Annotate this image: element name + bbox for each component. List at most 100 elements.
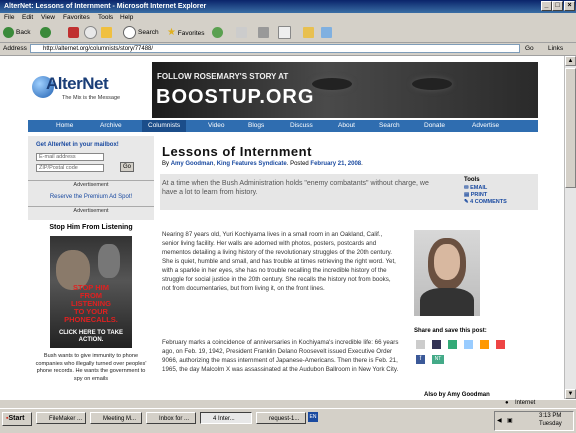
date-link[interactable]: February 21, 2008 bbox=[310, 161, 361, 167]
nav-discuss[interactable]: Discuss bbox=[290, 120, 313, 132]
subscribe-go-button[interactable]: Go bbox=[120, 162, 134, 172]
mail-icon bbox=[236, 26, 247, 38]
google-icon[interactable] bbox=[480, 340, 489, 349]
nav-donate[interactable]: Donate bbox=[424, 120, 445, 132]
delicious-icon[interactable] bbox=[432, 340, 441, 349]
promo-click-text[interactable]: CLICK HERE TO TAKE ACTION. bbox=[58, 330, 124, 344]
banner-top-text: FOLLOW ROSEMARY'S STORY AT bbox=[157, 72, 289, 81]
volume-icon[interactable]: ◀ bbox=[497, 417, 502, 424]
scroll-up-arrow-icon[interactable]: ▲ bbox=[565, 56, 576, 66]
ad-label-2: Advertisement bbox=[73, 208, 109, 214]
nav-home[interactable]: Home bbox=[56, 120, 73, 132]
edit-button[interactable] bbox=[278, 26, 293, 40]
divider bbox=[28, 206, 154, 207]
task-inbox[interactable]: Inbox for ... bbox=[146, 412, 196, 424]
home-button[interactable] bbox=[101, 26, 114, 40]
sidebar: Get AlterNet in your mailbox! E-mail add… bbox=[28, 136, 154, 399]
network-icon[interactable]: ▣ bbox=[507, 417, 513, 424]
nav-video[interactable]: Video bbox=[208, 120, 225, 132]
vertical-scrollbar[interactable]: ▲ ▼ bbox=[564, 56, 576, 399]
author-link[interactable]: Amy Goodman bbox=[171, 161, 214, 167]
task-request[interactable]: request-1... bbox=[256, 412, 306, 424]
menu-help[interactable]: Help bbox=[120, 14, 133, 21]
forward-button[interactable] bbox=[40, 26, 53, 40]
print-icon: ▤ bbox=[464, 192, 470, 198]
go-button[interactable]: Go bbox=[525, 45, 534, 52]
task-internet-explorer[interactable]: 4 Inter... bbox=[200, 412, 252, 424]
zip-input[interactable]: ZIP/Postal code bbox=[36, 164, 104, 172]
folder-button[interactable] bbox=[303, 26, 316, 40]
nav-columnists[interactable]: Columnists bbox=[142, 120, 187, 132]
site-logo[interactable]: AlterNet The Mix is the Message bbox=[28, 62, 152, 118]
photo-face bbox=[434, 244, 460, 280]
address-input[interactable]: http://alternet.org/columnists/story/774… bbox=[30, 44, 520, 53]
newstrust-icon[interactable]: NT bbox=[432, 355, 444, 364]
folder-icon bbox=[303, 26, 314, 38]
menu-favorites[interactable]: Favorites bbox=[63, 14, 90, 21]
summary-box: At a time when the Bush Administration h… bbox=[160, 174, 538, 210]
stumbleupon-icon[interactable] bbox=[464, 340, 473, 349]
logo-text: AlterNet bbox=[46, 74, 109, 93]
banner-ad[interactable]: FOLLOW ROSEMARY'S STORY AT BOOSTUP.ORG bbox=[152, 62, 538, 118]
tools-title: Tools bbox=[464, 177, 480, 183]
start-button[interactable]: ▪Start bbox=[2, 412, 32, 426]
clock-day: Tuesday bbox=[539, 421, 562, 427]
article: Lessons of Internment By Amy Goodman, Ki… bbox=[160, 136, 538, 399]
site-nav: Home Archive Columnists Video Blogs Disc… bbox=[28, 120, 538, 132]
scroll-thumb[interactable] bbox=[565, 68, 576, 188]
search-button[interactable]: Search bbox=[123, 26, 159, 40]
digg-icon[interactable] bbox=[416, 340, 425, 349]
menu-edit[interactable]: Edit bbox=[22, 14, 33, 21]
article-title: Lessons of Internment bbox=[162, 144, 312, 159]
nav-about[interactable]: About bbox=[338, 120, 355, 132]
comments-link[interactable]: ✎ 4 COMMENTS bbox=[464, 199, 507, 205]
globe-icon: ● bbox=[505, 400, 509, 406]
stop-button[interactable] bbox=[68, 26, 81, 40]
print-button[interactable] bbox=[258, 26, 271, 40]
email-link[interactable]: ✉ EMAIL bbox=[464, 185, 487, 191]
refresh-button[interactable] bbox=[84, 26, 99, 40]
article-summary: At a time when the Bush Administration h… bbox=[162, 180, 429, 196]
close-button[interactable]: × bbox=[564, 1, 575, 11]
task-meeting[interactable]: Meeting M... bbox=[90, 412, 142, 424]
article-paragraph-2: February marks a coincidence of annivers… bbox=[162, 339, 399, 373]
reserve-ad-link[interactable]: Reserve the Premium Ad Spot! bbox=[28, 194, 154, 200]
web-page: AlterNet The Mix is the Message FOLLOW R… bbox=[28, 56, 538, 399]
messenger-button[interactable] bbox=[321, 26, 334, 40]
clock-time[interactable]: 3:13 PM bbox=[539, 413, 561, 419]
menu-tools[interactable]: Tools bbox=[98, 14, 113, 21]
links-button[interactable]: Links bbox=[548, 45, 563, 52]
messenger-icon bbox=[321, 26, 332, 38]
system-tray: ◀ ▣ 3:13 PM Tuesday bbox=[494, 411, 574, 431]
scroll-down-arrow-icon[interactable]: ▼ bbox=[565, 389, 576, 399]
facebook-icon[interactable]: f bbox=[416, 355, 425, 364]
nav-archive[interactable]: Archive bbox=[100, 120, 122, 132]
home-icon bbox=[101, 26, 112, 38]
syndicate-link[interactable]: King Features Syndicate bbox=[217, 161, 287, 167]
maximize-button[interactable]: □ bbox=[552, 1, 563, 11]
task-filemaker[interactable]: FileMaker ... bbox=[36, 412, 86, 424]
nav-advertise[interactable]: Advertise bbox=[472, 120, 499, 132]
email-input[interactable]: E-mail address bbox=[36, 153, 104, 161]
article-byline: By Amy Goodman, King Features Syndicate.… bbox=[162, 161, 363, 167]
toolbar: Back Search ★ Favorites bbox=[0, 24, 576, 43]
minimize-button[interactable]: _ bbox=[541, 1, 552, 11]
edit-icon bbox=[278, 26, 291, 39]
print-link[interactable]: ▤ PRINT bbox=[464, 192, 487, 198]
promo-image[interactable]: STOP HIM FROM LISTENING TO YOUR PHONECAL… bbox=[50, 236, 132, 348]
nav-search[interactable]: Search bbox=[379, 120, 400, 132]
author-photo bbox=[414, 230, 480, 316]
reddit-icon[interactable] bbox=[448, 340, 457, 349]
back-button[interactable]: Back bbox=[3, 26, 30, 40]
nav-blogs[interactable]: Blogs bbox=[248, 120, 264, 132]
mailbox-title: Get AlterNet in your mailbox! bbox=[36, 142, 119, 148]
menu-file[interactable]: File bbox=[4, 14, 14, 21]
share-title: Share and save this post: bbox=[414, 328, 487, 334]
forward-arrow-icon bbox=[40, 26, 51, 38]
language-indicator[interactable]: EN bbox=[308, 412, 318, 422]
favorites-button[interactable]: ★ Favorites bbox=[167, 26, 205, 40]
yahoo-icon[interactable] bbox=[496, 340, 505, 349]
mail-button[interactable] bbox=[236, 26, 249, 40]
menu-view[interactable]: View bbox=[41, 14, 55, 21]
media-button[interactable] bbox=[212, 26, 225, 40]
